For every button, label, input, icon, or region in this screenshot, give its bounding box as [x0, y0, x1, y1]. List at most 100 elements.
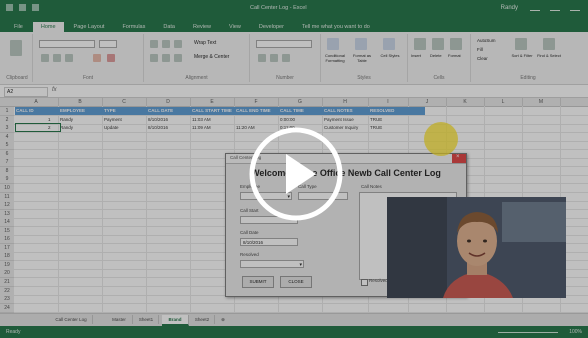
table-cell[interactable]: 0:00:00	[280, 117, 295, 122]
sheet-tab-sheet2[interactable]: Sheet2	[190, 315, 215, 324]
column-header[interactable]: D	[146, 98, 191, 106]
column-header[interactable]: F	[234, 98, 279, 106]
redo-icon[interactable]	[32, 4, 39, 11]
align-bottom-icon[interactable]	[174, 40, 182, 48]
fill-button[interactable]: Fill	[477, 47, 483, 52]
delete-cells-icon[interactable]	[432, 38, 444, 50]
font-color-icon[interactable]	[107, 54, 115, 62]
zoom-slider[interactable]	[498, 332, 558, 333]
row-header[interactable]: 24	[0, 303, 14, 313]
wrap-text-button[interactable]: Wrap Text	[194, 40, 216, 46]
call-date-textbox[interactable]: 8/10/2016	[240, 238, 298, 246]
tab-developer[interactable]: Developer	[251, 22, 292, 32]
align-top-icon[interactable]	[150, 40, 158, 48]
sheet-tab-brand[interactable]: Brand	[162, 315, 189, 326]
table-cell[interactable]: Payment	[104, 117, 122, 122]
undo-icon[interactable]	[19, 4, 26, 11]
column-header[interactable]: B	[58, 98, 103, 106]
column-header[interactable]: J	[408, 98, 447, 106]
merge-center-button[interactable]: Merge & Center	[194, 54, 229, 60]
column-header[interactable]: K	[446, 98, 485, 106]
column-header[interactable]: L	[484, 98, 523, 106]
find-select-icon[interactable]	[543, 38, 555, 50]
table-cell[interactable]: Payment Issue	[324, 117, 354, 122]
conditional-formatting-button[interactable]: Conditional Formatting	[322, 53, 348, 63]
align-left-icon[interactable]	[150, 54, 158, 62]
dropdown-icon[interactable]: ▾	[299, 261, 302, 269]
comma-icon[interactable]	[282, 54, 290, 62]
table-header-cell[interactable]: TYPE	[104, 108, 116, 113]
table-cell[interactable]: Randy	[60, 117, 73, 122]
column-header[interactable]: G	[278, 98, 323, 106]
tab-data[interactable]: Data	[155, 22, 183, 32]
name-box[interactable]: A2	[4, 87, 48, 97]
tab-page-layout[interactable]: Page Layout	[66, 22, 113, 32]
number-format-select[interactable]	[256, 40, 312, 48]
tab-review[interactable]: Review	[185, 22, 219, 32]
close-button[interactable]: CLOSE	[280, 276, 312, 288]
table-cell[interactable]: 11:09 AM	[192, 125, 211, 130]
align-middle-icon[interactable]	[162, 40, 170, 48]
italic-icon[interactable]	[53, 54, 61, 62]
fx-icon[interactable]: fx	[52, 87, 57, 93]
format-as-table-button[interactable]: Format as Table	[350, 53, 374, 63]
column-header[interactable]: C	[102, 98, 147, 106]
table-header-cell[interactable]: CALL NOTES	[324, 108, 353, 113]
table-header-cell[interactable]: CALL DATE	[148, 108, 173, 113]
cell-styles-icon[interactable]	[383, 38, 395, 50]
table-header-cell[interactable]: CALL TIME	[280, 108, 304, 113]
sheet-tab-call-center-log[interactable]: Call Center Log	[50, 315, 93, 324]
sort-filter-icon[interactable]	[515, 38, 527, 50]
clear-button[interactable]: Clear	[477, 56, 488, 61]
tab-file[interactable]: File	[6, 22, 31, 32]
tab-formulas[interactable]: Formulas	[114, 22, 153, 32]
save-icon[interactable]	[6, 4, 13, 11]
insert-cells-button[interactable]: Insert	[411, 53, 421, 58]
maximize-button[interactable]	[550, 4, 560, 11]
table-header-cell[interactable]: RESOLVED	[370, 108, 394, 113]
align-right-icon[interactable]	[174, 54, 182, 62]
column-header[interactable]: H	[322, 98, 369, 106]
table-header-cell[interactable]: EMPLOYEE	[60, 108, 85, 113]
column-header[interactable]: A	[14, 98, 59, 106]
bold-icon[interactable]	[41, 54, 49, 62]
column-header[interactable]: I	[368, 98, 409, 106]
underline-icon[interactable]	[65, 54, 73, 62]
cell-styles-button[interactable]: Cell Styles	[377, 53, 403, 58]
submit-button[interactable]: SUBMIT	[242, 276, 274, 288]
table-cell[interactable]: 11:03 AM	[192, 117, 211, 122]
tab-view[interactable]: View	[221, 22, 249, 32]
autosum-button[interactable]: AutoSum	[477, 38, 496, 43]
close-window-button[interactable]	[570, 4, 580, 11]
resolved-combobox[interactable]: ▾	[240, 260, 304, 268]
font-name-select[interactable]	[39, 40, 95, 48]
table-cell[interactable]: 8/10/2016	[148, 125, 168, 130]
column-header[interactable]: M	[522, 98, 561, 106]
table-cell[interactable]: Update	[104, 125, 119, 130]
paste-icon[interactable]	[10, 40, 22, 56]
conditional-formatting-icon[interactable]	[327, 38, 339, 50]
tab-home[interactable]: Home	[32, 22, 64, 32]
fill-color-icon[interactable]	[93, 54, 101, 62]
table-header-cell[interactable]: CALL END TIME	[236, 108, 271, 113]
new-sheet-button[interactable]: ⊕	[218, 315, 228, 324]
sort-filter-button[interactable]: Sort & Filter	[509, 53, 535, 58]
sheet-tab-sheet1[interactable]: Sheet1	[134, 315, 159, 324]
table-header-cell[interactable]: CALL START TIME	[192, 108, 232, 113]
format-cells-icon[interactable]	[450, 38, 462, 50]
insert-cells-icon[interactable]	[414, 38, 426, 50]
table-cell[interactable]: Randy	[60, 125, 73, 130]
font-size-select[interactable]	[99, 40, 117, 48]
table-cell[interactable]: 8/10/2016	[148, 117, 168, 122]
table-cell[interactable]: 1	[48, 117, 51, 122]
table-cell[interactable]: TRUE	[370, 125, 382, 130]
zoom-level[interactable]: 100%	[569, 329, 582, 335]
minimize-button[interactable]	[530, 4, 540, 11]
delete-cells-button[interactable]: Delete	[430, 53, 442, 58]
table-cell[interactable]: TRUE	[370, 117, 382, 122]
tell-me-box[interactable]: Tell me what you want to do	[294, 22, 378, 32]
resolved-checkbox[interactable]	[361, 279, 368, 286]
close-icon[interactable]: ×	[452, 154, 466, 163]
format-as-table-icon[interactable]	[355, 38, 367, 50]
format-cells-button[interactable]: Format	[448, 53, 461, 58]
